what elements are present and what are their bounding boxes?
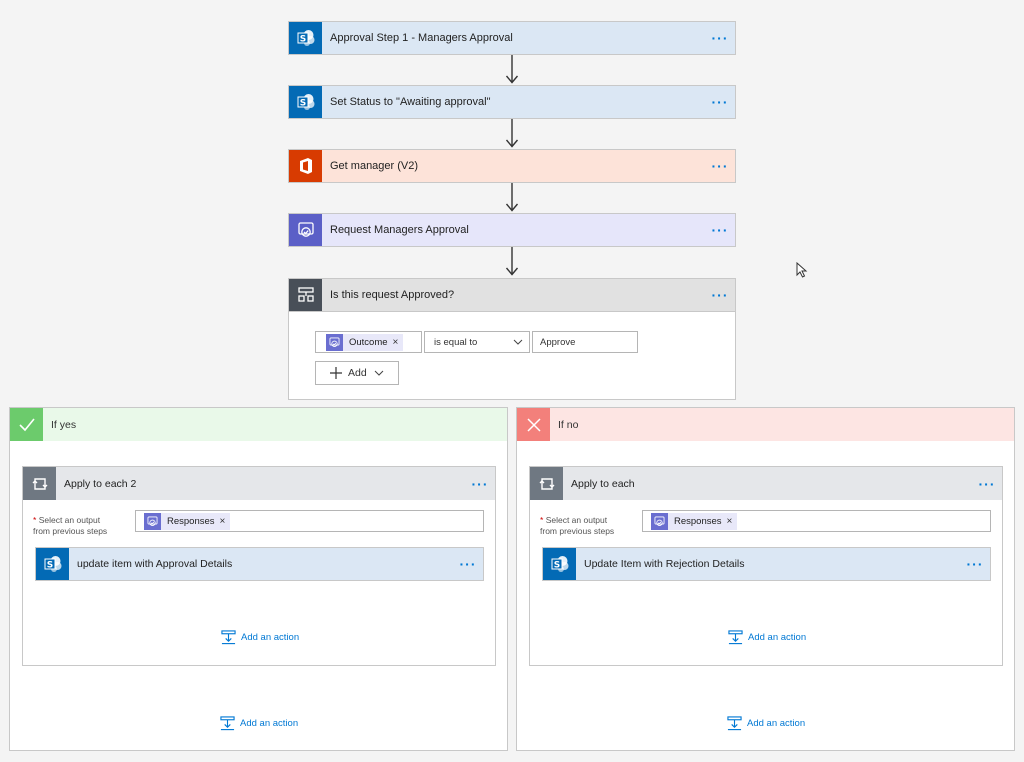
add-action-button[interactable]: Add an action (220, 716, 298, 731)
loop-header[interactable]: Apply to each 2 ··· (23, 467, 495, 500)
add-action-icon (728, 630, 743, 645)
more-options-button[interactable]: ··· (705, 31, 735, 45)
step-title: Request Managers Approval (330, 224, 469, 236)
approvals-icon (326, 333, 343, 351)
branch-yes-header[interactable]: If yes (10, 408, 507, 441)
condition-value: Approve (540, 336, 576, 348)
more-options-button[interactable]: ··· (972, 477, 1002, 491)
step-title: update item with Approval Details (77, 558, 233, 570)
token-label: Outcome (349, 336, 388, 348)
branch-if-no: If no Apply to each ··· * Select an outp… (516, 407, 1015, 751)
office365-icon (289, 150, 322, 182)
remove-token-icon[interactable]: × (220, 516, 226, 527)
condition-title: Is this request Approved? (330, 289, 455, 301)
select-output-label: * Select an output from previous steps (33, 515, 108, 536)
branch-if-yes: If yes Apply to each 2 ··· * Select an o… (9, 407, 508, 751)
step-title: Update Item with Rejection Details (584, 558, 745, 570)
add-action-icon (221, 630, 236, 645)
step-get-manager[interactable]: Get manager (V2) ··· (288, 149, 736, 183)
branch-label: If yes (51, 418, 77, 431)
remove-token-icon[interactable]: × (727, 516, 733, 527)
sharepoint-icon (543, 548, 576, 580)
approvals-icon (289, 214, 322, 246)
loop-icon (530, 467, 563, 500)
condition-icon (289, 279, 322, 311)
sharepoint-icon (36, 548, 69, 580)
remove-token-icon[interactable]: × (393, 337, 399, 348)
token-label: Responses (674, 515, 722, 527)
add-action-button[interactable]: Add an action (221, 630, 299, 645)
loop-icon (23, 467, 56, 500)
approvals-icon (651, 512, 668, 530)
select-output-input[interactable]: Responses × (642, 510, 991, 532)
loop-title: Apply to each (571, 477, 635, 490)
add-action-icon (727, 716, 742, 731)
more-options-button[interactable]: ··· (705, 95, 735, 109)
step-title: Approval Step 1 - Managers Approval (330, 32, 513, 44)
operator-value: is equal to (434, 336, 478, 348)
step-update-approval[interactable]: update item with Approval Details ··· (35, 547, 484, 581)
connector-arrow-icon (504, 183, 520, 213)
add-action-icon (220, 716, 235, 731)
plus-icon (330, 367, 342, 379)
chevron-down-icon (374, 370, 384, 376)
branch-no-header[interactable]: If no (517, 408, 1014, 441)
condition-left-field[interactable]: Outcome × (315, 331, 422, 353)
sharepoint-icon (289, 86, 322, 118)
more-options-button[interactable]: ··· (453, 557, 483, 571)
more-options-button[interactable]: ··· (960, 557, 990, 571)
condition-body: Outcome × is equal to Approve Add (288, 312, 736, 400)
step-title: Get manager (V2) (330, 160, 419, 172)
select-output-label: * Select an output from previous steps (540, 515, 615, 536)
loop-header[interactable]: Apply to each ··· (530, 467, 1002, 500)
connector-arrow-icon (504, 247, 520, 277)
token-label: Responses (167, 515, 215, 527)
close-icon (517, 408, 550, 441)
apply-to-each-2: Apply to each 2 ··· * Select an output f… (22, 466, 496, 666)
branch-label: If no (558, 418, 579, 431)
more-options-button[interactable]: ··· (705, 223, 735, 237)
select-output-input[interactable]: Responses × (135, 510, 484, 532)
step-approval-step-1[interactable]: Approval Step 1 - Managers Approval ··· (288, 21, 736, 55)
operator-dropdown[interactable]: is equal to (424, 331, 530, 353)
chevron-down-icon (513, 339, 523, 345)
step-request-approval[interactable]: Request Managers Approval ··· (288, 213, 736, 247)
add-action-button[interactable]: Add an action (728, 630, 806, 645)
sharepoint-icon (289, 22, 322, 54)
step-update-rejection[interactable]: Update Item with Rejection Details ··· (542, 547, 991, 581)
loop-title: Apply to each 2 (64, 477, 137, 490)
add-condition-button[interactable]: Add (315, 361, 399, 385)
outcome-token[interactable]: Outcome × (326, 333, 404, 351)
responses-token[interactable]: Responses × (651, 512, 738, 530)
check-icon (10, 408, 43, 441)
mouse-cursor-icon (796, 262, 808, 278)
connector-arrow-icon (504, 55, 520, 85)
condition-header[interactable]: Is this request Approved? ··· (288, 278, 736, 312)
approvals-icon (144, 512, 161, 530)
add-label: Add (348, 367, 367, 379)
more-options-button[interactable]: ··· (705, 159, 735, 173)
condition-value-input[interactable]: Approve (532, 331, 638, 353)
step-set-status[interactable]: Set Status to "Awaiting approval" ··· (288, 85, 736, 119)
step-title: Set Status to "Awaiting approval" (330, 96, 491, 108)
more-options-button[interactable]: ··· (705, 288, 735, 302)
responses-token[interactable]: Responses × (144, 512, 231, 530)
connector-arrow-icon (504, 119, 520, 149)
add-action-button[interactable]: Add an action (727, 716, 805, 731)
more-options-button[interactable]: ··· (465, 477, 495, 491)
apply-to-each: Apply to each ··· * Select an output fro… (529, 466, 1003, 666)
